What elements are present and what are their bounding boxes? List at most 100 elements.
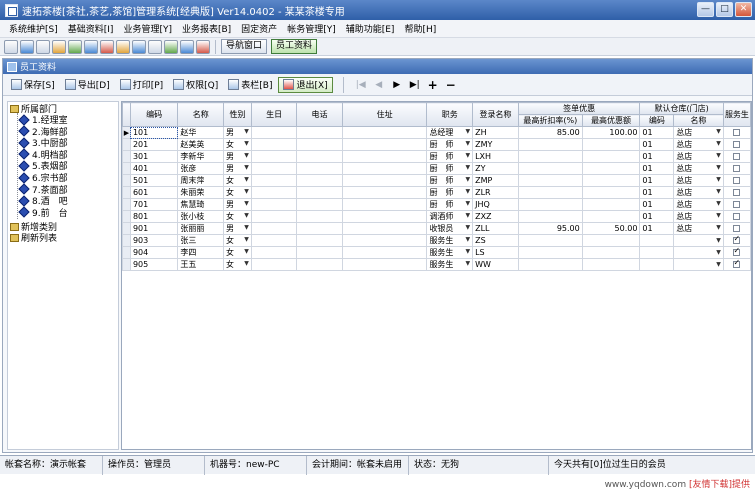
cell-birthday[interactable] — [250, 246, 298, 259]
cell-birthday[interactable] — [250, 126, 298, 139]
cell-name[interactable]: 张三 — [177, 234, 225, 247]
cell-max-discount-rate[interactable] — [517, 234, 583, 247]
cell-login[interactable]: ZXZ — [472, 210, 519, 223]
cell-position[interactable]: 调酒师 ▼ — [426, 210, 474, 223]
cell-code[interactable]: 701 — [129, 198, 179, 211]
cell-address[interactable] — [341, 258, 428, 271]
tree-dept-2[interactable]: 2.海鲜部 — [18, 125, 68, 138]
cell-phone[interactable] — [296, 258, 343, 271]
cell-gender[interactable]: 女 ▼ — [223, 246, 252, 259]
cell-birthday[interactable] — [250, 174, 298, 187]
header-max-discount-amount[interactable]: 最高优惠额 — [581, 114, 641, 127]
dropdown-arrow-icon[interactable]: ▼ — [465, 164, 470, 174]
dropdown-arrow-icon[interactable]: ▼ — [244, 188, 249, 198]
cell-max-discount-amount[interactable] — [581, 246, 641, 259]
cell-position[interactable]: 服务生 ▼ — [426, 258, 474, 271]
dropdown-arrow-icon[interactable]: ▼ — [244, 236, 249, 246]
cell-max-discount-rate[interactable] — [517, 246, 583, 259]
cell-code[interactable]: 201 — [129, 138, 179, 151]
cell-name[interactable]: 李新华 — [177, 150, 225, 163]
columns-button[interactable]: 表栏[B] — [224, 77, 276, 93]
cell-name[interactable]: 朱丽荣 — [177, 186, 225, 199]
cell-warehouse-name[interactable]: 总店 ▼ — [673, 186, 724, 199]
cell-warehouse-name[interactable]: 总店 ▼ — [673, 162, 724, 175]
cell-address[interactable] — [341, 174, 428, 187]
cell-position[interactable]: 厨 师 ▼ — [426, 150, 474, 163]
table-row[interactable]: 401 张彦男 ▼ 厨 师 ▼ ZY 01 总店 ▼ — [122, 162, 751, 175]
cell-birthday[interactable] — [250, 258, 298, 271]
cell-warehouse-code[interactable]: 01 — [639, 186, 675, 199]
cell-warehouse-code[interactable]: 01 — [639, 162, 675, 175]
cell-phone[interactable] — [296, 150, 343, 163]
menu-system[interactable]: 系统维护[S] — [4, 22, 63, 35]
cell-login[interactable]: ZS — [472, 234, 519, 247]
cell-name[interactable]: 王五 — [177, 258, 225, 271]
cell-position[interactable]: 收银员 ▼ — [426, 222, 474, 235]
cell-max-discount-amount[interactable] — [581, 150, 641, 163]
cell-gender[interactable]: 男 ▼ — [223, 150, 252, 163]
cell-waiter[interactable] — [722, 174, 751, 187]
dropdown-arrow-icon[interactable]: ▼ — [716, 260, 721, 270]
header-name[interactable]: 名称 — [177, 102, 225, 127]
cell-phone[interactable] — [296, 246, 343, 259]
dropdown-arrow-icon[interactable]: ▼ — [244, 260, 249, 270]
row-indicator[interactable] — [122, 198, 131, 211]
header-warehouse-code[interactable]: 编码 — [639, 114, 675, 127]
cell-waiter[interactable] — [722, 138, 751, 151]
waiter-checkbox[interactable] — [733, 213, 741, 220]
cell-max-discount-amount[interactable] — [581, 162, 641, 175]
cell-name[interactable]: 周末萍 — [177, 174, 225, 187]
tree-dept-5[interactable]: 5.表烟部 — [18, 160, 68, 172]
dropdown-arrow-icon[interactable]: ▼ — [465, 248, 470, 258]
cell-code[interactable]: 601 — [129, 186, 179, 199]
permission-button[interactable]: 权限[Q] — [169, 77, 222, 93]
add-record-button[interactable]: + — [425, 77, 441, 93]
cell-gender[interactable]: 男 ▼ — [223, 222, 252, 235]
dropdown-arrow-icon[interactable]: ▼ — [716, 128, 721, 138]
cell-name[interactable]: 赵美英 — [177, 138, 225, 151]
cell-address[interactable] — [341, 150, 428, 163]
cell-position[interactable]: 厨 师 ▼ — [426, 138, 474, 151]
cell-login[interactable]: ZH — [472, 126, 519, 139]
row-indicator[interactable] — [122, 222, 131, 235]
table-row[interactable]: 501 周末萍女 ▼ 厨 师 ▼ ZMP 01 总店 ▼ — [122, 174, 751, 187]
dropdown-arrow-icon[interactable]: ▼ — [244, 176, 249, 186]
table-row[interactable]: 903 张三女 ▼ 服务生 ▼ ZS ▼ — [122, 234, 751, 247]
cell-max-discount-amount[interactable]: 50.00 — [581, 222, 641, 235]
cell-code[interactable]: 904 — [129, 246, 179, 259]
cell-gender[interactable]: 男 ▼ — [223, 162, 252, 175]
cell-gender[interactable]: 女 ▼ — [223, 210, 252, 223]
menu-fixed-assets[interactable]: 固定资产 — [236, 22, 282, 35]
tree-dept-9[interactable]: 9.前 台 — [18, 206, 68, 219]
help-icon[interactable] — [180, 39, 194, 54]
row-indicator[interactable] — [122, 186, 131, 199]
save-button[interactable]: 保存[S] — [7, 77, 59, 93]
cell-warehouse-code[interactable] — [639, 246, 675, 259]
cell-birthday[interactable] — [250, 138, 298, 151]
dropdown-arrow-icon[interactable]: ▼ — [716, 164, 721, 174]
prev-record-button[interactable]: ◀ — [371, 77, 387, 93]
cell-waiter[interactable] — [722, 222, 751, 235]
menu-base-data[interactable]: 基础资料[I] — [63, 22, 119, 35]
cell-gender[interactable]: 女 ▼ — [223, 138, 252, 151]
nav-window-button[interactable]: 导航窗口 — [221, 39, 268, 54]
cell-warehouse-name[interactable]: 总店 ▼ — [673, 126, 724, 139]
waiter-checkbox[interactable] — [733, 177, 741, 184]
dropdown-arrow-icon[interactable]: ▼ — [465, 212, 470, 222]
table-row[interactable]: 601 朱丽荣女 ▼ 厨 师 ▼ ZLR 01 总店 ▼ — [122, 186, 751, 199]
cell-warehouse-code[interactable]: 01 — [639, 174, 675, 187]
cell-position[interactable]: 厨 师 ▼ — [426, 186, 474, 199]
row-indicator[interactable]: ▶ — [122, 126, 131, 139]
dropdown-arrow-icon[interactable]: ▼ — [244, 140, 249, 150]
dropdown-arrow-icon[interactable]: ▼ — [465, 188, 470, 198]
dropdown-arrow-icon[interactable]: ▼ — [465, 224, 470, 234]
cell-birthday[interactable] — [250, 162, 298, 175]
dropdown-arrow-icon[interactable]: ▼ — [716, 188, 721, 198]
header-address[interactable]: 住址 — [341, 102, 428, 127]
cell-warehouse-name[interactable]: 总店 ▼ — [673, 198, 724, 211]
cell-login[interactable]: ZMY — [472, 138, 519, 151]
cell-gender[interactable]: 女 ▼ — [223, 234, 252, 247]
dropdown-arrow-icon[interactable]: ▼ — [716, 140, 721, 150]
cell-position[interactable]: 厨 师 ▼ — [426, 198, 474, 211]
dropdown-arrow-icon[interactable]: ▼ — [244, 152, 249, 162]
